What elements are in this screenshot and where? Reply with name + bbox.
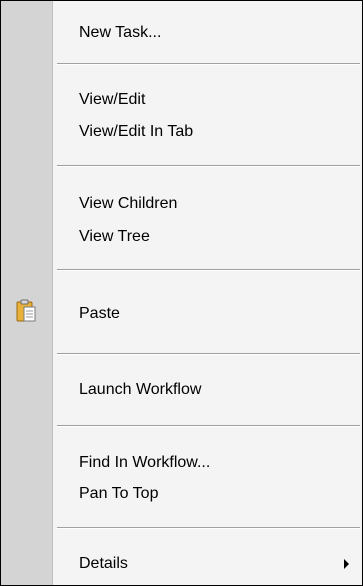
menu-item-details[interactable]: Details bbox=[53, 549, 362, 579]
menu-item-label: Details bbox=[79, 555, 128, 572]
menu-item-new-task[interactable]: New Task... bbox=[53, 18, 362, 48]
menu-item-view-edit[interactable]: View/Edit bbox=[53, 85, 362, 115]
menu-item-view-edit-in-tab[interactable]: View/Edit In Tab bbox=[53, 117, 362, 147]
menu-item-label: Pan To Top bbox=[79, 485, 159, 502]
menu-item-find-in-workflow[interactable]: Find In Workflow... bbox=[53, 448, 362, 478]
menu-separator bbox=[57, 63, 360, 65]
menu-separator bbox=[57, 527, 360, 529]
menu-separator bbox=[57, 165, 360, 167]
menu-item-paste[interactable]: Paste bbox=[53, 299, 362, 329]
menu-item-label: New Task... bbox=[79, 24, 162, 41]
menu-item-label: Paste bbox=[79, 305, 120, 322]
menu-item-label: View Tree bbox=[79, 228, 150, 245]
menu-item-view-tree[interactable]: View Tree bbox=[53, 222, 362, 252]
menu-separator bbox=[57, 269, 360, 271]
menu-icon-gutter bbox=[1, 1, 52, 585]
menu-separator bbox=[57, 353, 360, 355]
context-menu: New Task... View/Edit View/Edit In Tab V… bbox=[0, 0, 363, 586]
menu-item-label: View/Edit bbox=[79, 91, 146, 108]
menu-item-label: Launch Workflow bbox=[79, 381, 202, 398]
menu-item-label: View Children bbox=[79, 195, 178, 212]
clipboard-paste-icon bbox=[16, 299, 36, 322]
menu-item-view-children[interactable]: View Children bbox=[53, 189, 362, 219]
menu-item-launch-workflow[interactable]: Launch Workflow bbox=[53, 375, 362, 405]
menu-item-pan-to-top[interactable]: Pan To Top bbox=[53, 479, 362, 509]
menu-item-label: Find In Workflow... bbox=[79, 454, 211, 471]
submenu-arrow-icon bbox=[344, 559, 349, 569]
menu-separator bbox=[57, 425, 360, 427]
menu-item-label: View/Edit In Tab bbox=[79, 123, 194, 140]
